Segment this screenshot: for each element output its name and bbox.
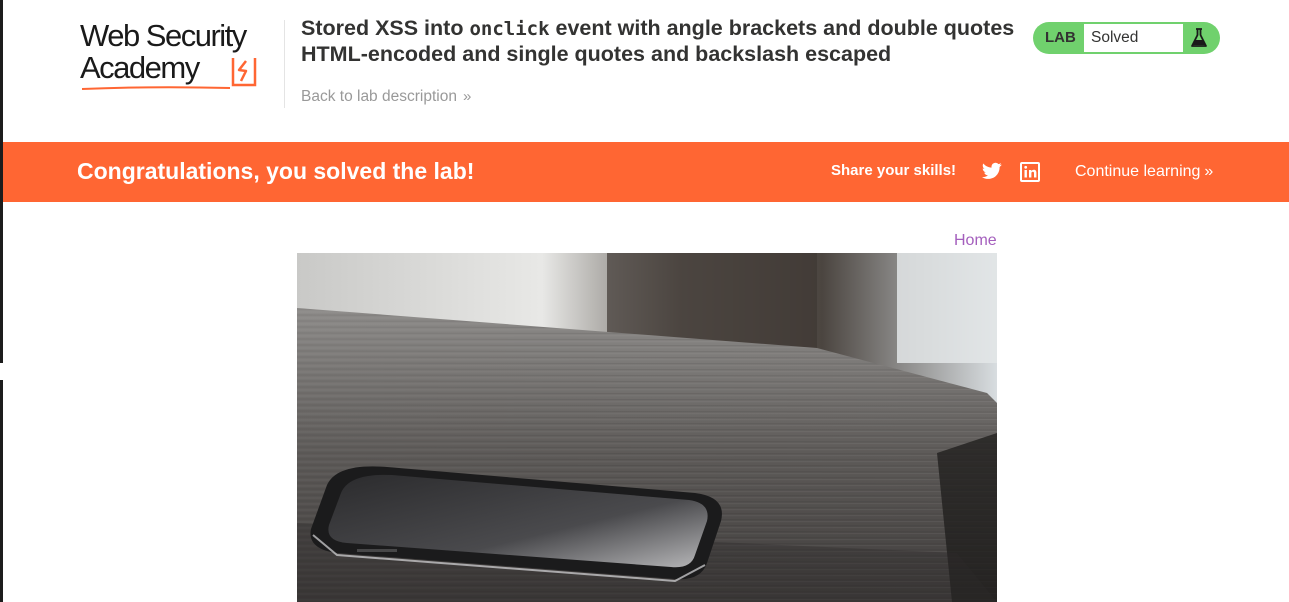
status-lab-label: LAB: [1045, 29, 1076, 46]
window-edge-notch: [0, 363, 3, 380]
back-to-lab-description-link[interactable]: Back to lab description »: [301, 88, 472, 106]
home-link[interactable]: Home: [954, 232, 997, 250]
logo-lightning-icon: [231, 58, 257, 87]
continue-learning-link[interactable]: Continue learning»: [1075, 163, 1213, 181]
blog-post-image: [297, 253, 997, 602]
logo-text-line1: Web Security: [80, 18, 247, 53]
lab-status-badge: LAB Solved: [1033, 22, 1220, 54]
lab-solved-banner: Congratulations, you solved the lab! Sha…: [3, 142, 1289, 202]
flask-icon: [1191, 28, 1207, 47]
lab-title: Stored XSS into onclick event with angle…: [301, 16, 1021, 67]
logo-underline-stroke: [82, 86, 231, 90]
web-security-academy-logo[interactable]: Web Security Academy: [80, 20, 280, 98]
smartphone-on-table-photo: [297, 253, 997, 602]
share-skills-label: Share your skills!: [831, 162, 957, 179]
double-chevron-right-icon: »: [1204, 163, 1213, 180]
status-value: Solved: [1084, 24, 1183, 52]
congratulations-message: Congratulations, you solved the lab!: [77, 158, 475, 184]
lab-title-code: onclick: [469, 18, 550, 40]
twitter-icon[interactable]: [982, 162, 1002, 180]
double-chevron-right-icon: »: [462, 88, 472, 105]
back-link-label: Back to lab description: [301, 88, 457, 105]
header-divider: [284, 20, 285, 108]
continue-learning-label: Continue learning: [1075, 163, 1201, 180]
academy-header: Web Security Academy Stored XSS into onc…: [3, 0, 1289, 142]
linkedin-icon[interactable]: [1020, 162, 1040, 182]
lab-title-prefix: Stored XSS into: [301, 16, 470, 40]
